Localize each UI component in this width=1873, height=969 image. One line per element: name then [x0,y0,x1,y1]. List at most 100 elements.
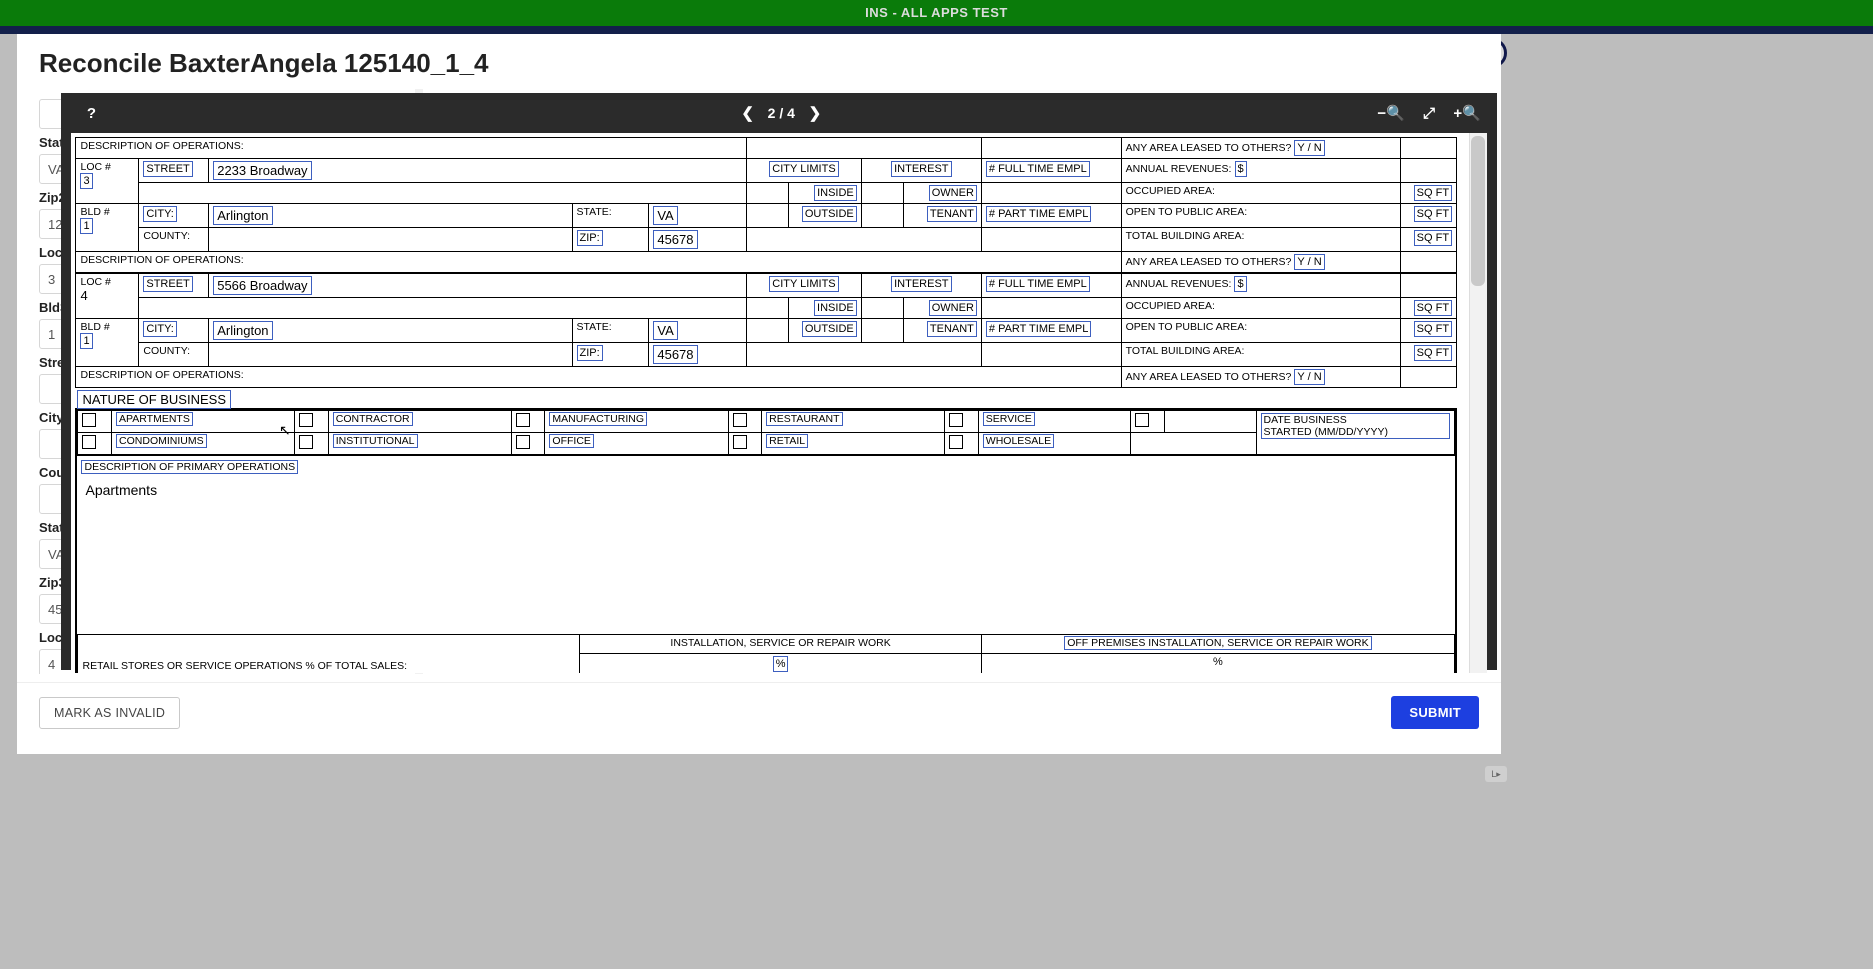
zoom-out-icon[interactable]: −🔍 [1381,103,1401,123]
checkbox[interactable] [82,435,96,449]
leased-label: ANY AREA LEASED TO OTHERS? [1126,371,1292,383]
checkbox[interactable] [733,413,747,427]
occ-area-label: OCCUPIED AREA: [1126,185,1215,197]
city3-value: Arlington [213,206,272,225]
dollar-box: $ [1235,161,1247,177]
institutional-label: INSTITUTIONAL [333,434,418,448]
zip3-input[interactable] [39,594,61,624]
pt-empl-label: # PART TIME EMPL [986,206,1091,222]
state3-input[interactable] [39,539,61,569]
checkbox[interactable] [299,413,313,427]
interest-label: INTEREST [891,276,951,292]
desc-ops-label: DESCRIPTION OF OPERATIONS: [80,369,243,381]
tenant-box: TENANT [927,321,977,337]
county3-input[interactable] [39,484,61,514]
ann-rev-label: ANNUAL REVENUES: [1126,163,1232,175]
open-pub-label: OPEN TO PUBLIC AREA: [1126,206,1248,218]
checkbox[interactable] [516,413,530,427]
blank-top-input[interactable] [39,99,61,129]
desc-primary-label: DESCRIPTION OF PRIMARY OPERATIONS [81,460,298,474]
street3-value: 2233 Broadway [213,161,311,180]
reconcile-modal: Reconcile BaxterAngela 125140_1_4 🠔 Stat… [17,34,1501,754]
bld-num-label: BLD # [80,321,109,333]
loc-num-label: LOC # [80,276,110,288]
bld3-value: 1 [80,218,92,234]
state3-value: VA [653,206,677,225]
outside-box: OUTSIDE [802,206,857,222]
wholesale-label: WHOLESALE [983,434,1054,448]
page-indicator: 2 / 4 [768,105,795,121]
manufacturing-label: MANUFACTURING [549,412,647,426]
ann-rev-label: ANNUAL REVENUES: [1126,278,1232,290]
loc4-value: 4 [80,288,87,303]
checkbox[interactable] [949,435,963,449]
state4-value: VA [653,321,677,340]
sqft-box: SQ FT [1414,345,1452,361]
loc3-value: 3 [80,173,92,189]
sqft-box: SQ FT [1414,321,1452,337]
inside-box: INSIDE [814,300,857,316]
open-pub-label: OPEN TO PUBLIC AREA: [1126,321,1248,333]
submit-button[interactable]: SUBMIT [1391,696,1479,729]
zip2-input[interactable] [39,209,61,239]
yn-box: Y / N [1294,140,1324,156]
city-label: CITY: [143,321,177,337]
county-label: COUNTY: [143,345,190,357]
state-label: STATE: [577,321,612,333]
pct-box: % [773,656,789,672]
app-header-bar: INS - ALL APPS TEST [0,0,1873,26]
document-page[interactable]: DESCRIPTION OF OPERATIONS: ANY AREA LEAS… [71,133,1487,673]
desc-ops-label: DESCRIPTION OF OPERATIONS: [80,254,243,266]
sqft-box: SQ FT [1414,185,1452,201]
prev-page-icon[interactable]: ❮ [738,103,758,123]
bld3-input[interactable] [39,319,61,349]
checkbox[interactable] [733,435,747,449]
checkbox[interactable] [516,435,530,449]
bld-num-label: BLD # [80,206,109,218]
street-label: STREET [143,161,192,177]
sqft-box: SQ FT [1414,206,1452,222]
zip3-value: 45678 [653,230,697,249]
loc3-input[interactable] [39,264,61,294]
street3-input[interactable] [39,374,61,404]
zoom-in-icon[interactable]: +🔍 [1457,103,1477,123]
checkbox[interactable] [949,413,963,427]
interest-label: INTEREST [891,161,951,177]
next-page-icon[interactable]: ❯ [805,103,825,123]
checkbox[interactable] [82,413,96,427]
fullscreen-icon[interactable]: ⤢ [1419,103,1439,123]
street4-value: 5566 Broadway [213,276,311,295]
city3-input[interactable] [39,429,61,459]
restaurant-label: RESTAURANT [766,412,842,426]
city-limits-label: CITY LIMITS [769,276,838,292]
outside-box: OUTSIDE [802,321,857,337]
checkbox[interactable] [299,435,313,449]
help-icon[interactable]: ? [81,103,101,123]
nav-stripe [0,26,1873,34]
pt-empl-label: # PART TIME EMPL [986,321,1091,337]
inst-repair-label: INSTALLATION, SERVICE OR REPAIR WORK [670,637,890,649]
pct-label: % [1213,656,1223,668]
leased-label: ANY AREA LEASED TO OTHERS? [1126,142,1292,154]
service-label: SERVICE [983,412,1035,426]
condominiums-label: CONDOMINIUMS [116,434,207,448]
city-limits-label: CITY LIMITS [769,161,838,177]
ft-empl-label: # FULL TIME EMPL [986,276,1090,292]
mark-invalid-button[interactable]: MARK AS INVALID [39,697,180,729]
yn-box: Y / N [1294,254,1324,270]
checkbox[interactable] [1135,413,1149,427]
bld4-value: 1 [80,333,92,349]
yn-box: Y / N [1294,369,1324,385]
sqft-box: SQ FT [1414,300,1452,316]
state2-input[interactable] [39,154,61,184]
apartments-label: APARTMENTS [116,412,193,426]
state-label: STATE: [577,206,612,218]
inside-box: INSIDE [814,185,857,201]
loc4-input[interactable] [39,649,61,674]
zip4-value: 45678 [653,345,697,364]
loc-num-label: LOC # [80,161,110,173]
dollar-box: $ [1234,276,1246,292]
doc-scrollbar[interactable] [1469,133,1487,673]
off-prem-label: OFF PREMISES INSTALLATION, SERVICE OR RE… [1064,636,1371,650]
primary-ops-value: Apartments [77,476,1455,634]
